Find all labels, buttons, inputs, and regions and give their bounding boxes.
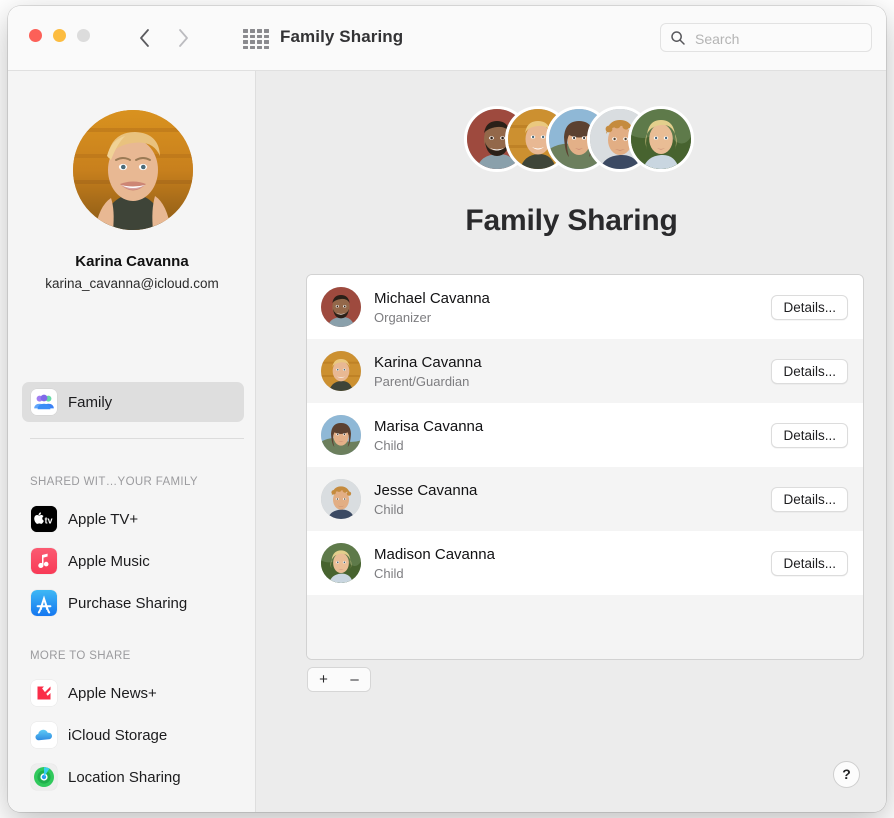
zoom-window-button[interactable] (77, 29, 90, 42)
close-window-button[interactable] (29, 29, 42, 42)
sidebar-item-label: Purchase Sharing (68, 594, 188, 612)
member-avatar (321, 287, 361, 327)
member-name: Marisa Cavanna (374, 417, 484, 435)
app-store-icon (31, 590, 57, 616)
chevron-right-icon (178, 29, 188, 47)
table-row[interactable]: Marisa Cavanna Child Details... (307, 403, 863, 467)
details-button[interactable]: Details... (771, 422, 848, 448)
sidebar-section-header-shared: SHARED WIT…YOUR FAMILY (30, 476, 198, 488)
main-content: Family Sharing Michael Cavanna Organizer… (257, 71, 886, 812)
sidebar-item-label: Location Sharing (68, 768, 181, 786)
family-member-list: Michael Cavanna Organizer Details... Kar… (306, 274, 864, 660)
sidebar-item-label: iCloud Storage (68, 726, 168, 744)
family-avatar-cluster (464, 106, 696, 176)
member-name: Karina Cavanna (374, 353, 482, 371)
minimize-window-button[interactable] (53, 29, 66, 42)
apple-music-icon (31, 548, 57, 574)
member-name: Michael Cavanna (374, 289, 490, 307)
search-field[interactable] (660, 23, 872, 53)
table-row[interactable]: Madison Cavanna Child Details... (307, 531, 863, 595)
sidebar: Karina Cavanna karina_cavanna@icloud.com… (8, 71, 256, 812)
sidebar-item-apple-tv-plus[interactable]: tv Apple TV+ (22, 499, 244, 539)
apple-tv-plus-icon: tv (31, 506, 57, 532)
sidebar-item-label: Apple Music (68, 552, 150, 570)
member-role: Parent/Guardian (374, 373, 470, 389)
sidebar-section-header-more: MORE TO SHARE (30, 650, 131, 662)
toolbar-title: Family Sharing (280, 27, 404, 46)
table-row[interactable]: Jesse Cavanna Child Details... (307, 467, 863, 531)
sidebar-item-location-sharing[interactable]: Location Sharing (22, 757, 244, 797)
details-button[interactable]: Details... (771, 358, 848, 384)
member-role: Child (374, 565, 404, 581)
add-remove-member-controls: + – (307, 667, 371, 692)
window-toolbar: Family Sharing (8, 6, 886, 71)
sidebar-item-apple-news-plus[interactable]: Apple News+ (22, 673, 244, 713)
sidebar-item-family[interactable]: Family (22, 382, 244, 422)
member-name: Madison Cavanna (374, 545, 495, 563)
family-group-icon (31, 389, 57, 415)
sidebar-item-apple-music[interactable]: Apple Music (22, 541, 244, 581)
cluster-avatar-madison (628, 106, 694, 172)
member-avatar (321, 479, 361, 519)
account-name: Karina Cavanna (75, 253, 189, 270)
back-button[interactable] (132, 24, 156, 52)
sidebar-item-label: Apple TV+ (68, 510, 139, 528)
preferences-window: Family Sharing Search Karina Cavanna kar… (8, 6, 886, 812)
member-avatar (321, 415, 361, 455)
table-row[interactable]: Karina Cavanna Parent/Guardian Details..… (307, 339, 863, 403)
sidebar-divider (30, 438, 244, 439)
svg-text:tv: tv (45, 516, 53, 526)
sidebar-item-icloud-storage[interactable]: iCloud Storage (22, 715, 244, 755)
page-title: Family Sharing (465, 204, 678, 237)
account-email: karina_cavanna@icloud.com (45, 276, 219, 291)
sidebar-item-label: Family (68, 393, 113, 411)
details-button[interactable]: Details... (771, 486, 848, 512)
search-icon (670, 30, 686, 46)
member-avatar (321, 543, 361, 583)
details-button[interactable]: Details... (771, 550, 848, 576)
table-row[interactable]: Michael Cavanna Organizer Details... (307, 275, 863, 339)
apple-news-plus-icon (31, 680, 57, 706)
account-avatar[interactable] (73, 110, 193, 230)
sidebar-item-label: Apple News+ (68, 684, 157, 702)
details-button[interactable]: Details... (771, 294, 848, 320)
member-role: Child (374, 437, 404, 453)
help-button[interactable]: ? (833, 761, 860, 788)
list-empty-area (307, 595, 863, 659)
member-name: Jesse Cavanna (374, 481, 478, 499)
member-role: Child (374, 501, 404, 517)
remove-member-button[interactable]: – (339, 668, 370, 691)
show-all-grid-icon[interactable] (242, 28, 270, 50)
chevron-left-icon (139, 29, 149, 47)
find-my-icon (31, 764, 57, 790)
icloud-icon (31, 722, 57, 748)
sidebar-item-purchase-sharing[interactable]: Purchase Sharing (22, 583, 244, 623)
member-role: Organizer (374, 309, 432, 325)
forward-button[interactable] (171, 24, 195, 52)
add-member-button[interactable]: + (308, 668, 339, 691)
member-avatar (321, 351, 361, 391)
search-input[interactable] (693, 24, 867, 53)
